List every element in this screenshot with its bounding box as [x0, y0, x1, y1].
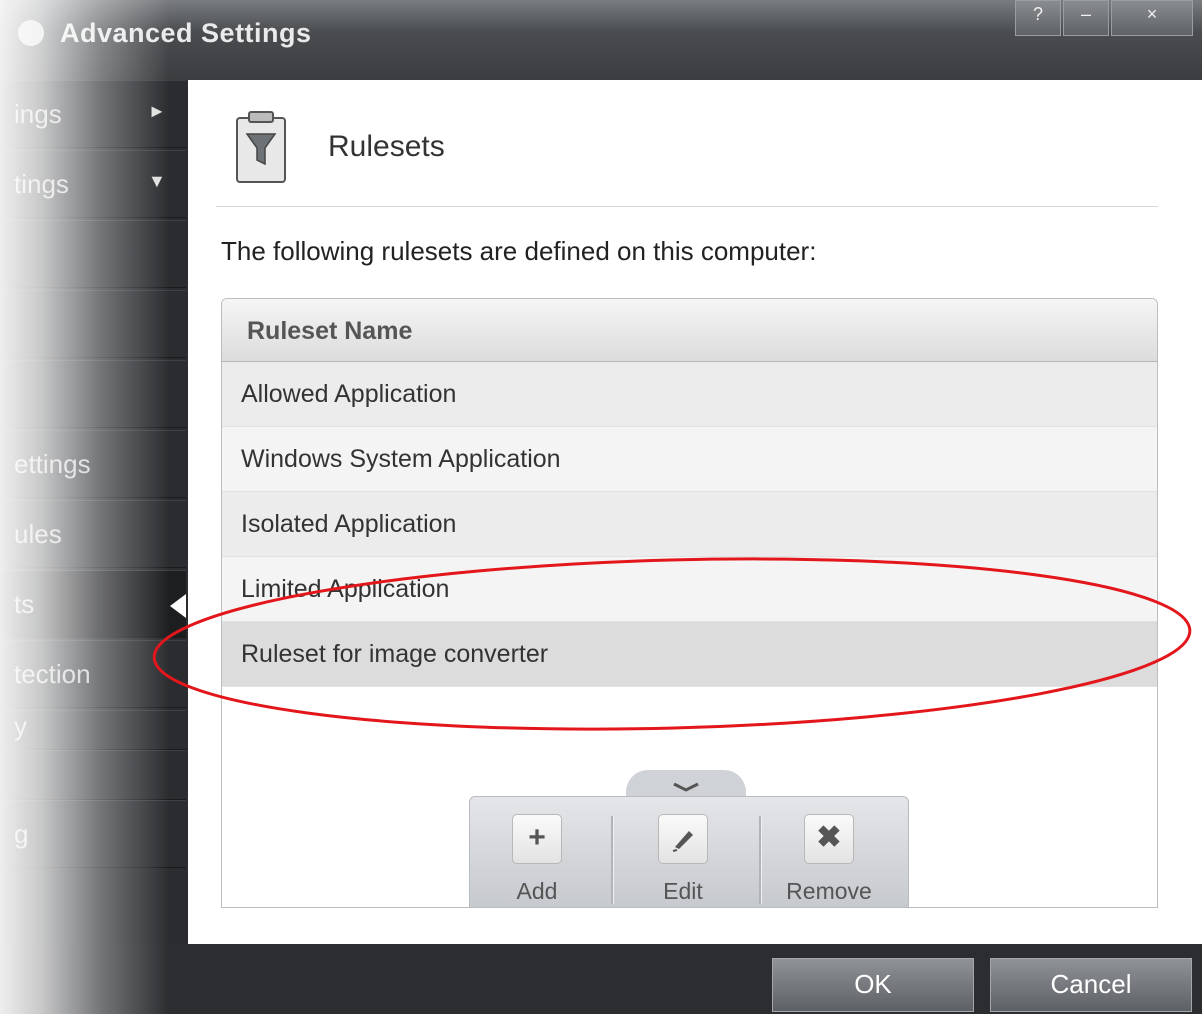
ruleset-name: Limited Application	[241, 575, 450, 603]
ruleset-name: Allowed Application	[241, 380, 457, 408]
sidebar-item-label: y	[14, 711, 27, 741]
toolbar-separator	[611, 816, 614, 904]
window-title: Advanced Settings	[60, 18, 312, 48]
description-text: The following rulesets are defined on th…	[221, 236, 817, 266]
sidebar-item-1[interactable]: tings ▼	[0, 150, 186, 218]
divider	[216, 206, 1158, 207]
page-title: Rulesets	[328, 130, 445, 163]
minimize-button[interactable]: –	[1063, 0, 1109, 36]
add-label: Add	[516, 878, 558, 904]
sidebar-item-2[interactable]	[0, 220, 186, 288]
app-logo-icon	[18, 20, 44, 46]
sidebar-item-3[interactable]	[0, 290, 186, 358]
sidebar-item-label: ts	[14, 589, 35, 619]
selection-pointer-icon	[170, 594, 186, 618]
help-button[interactable]: ?	[1015, 0, 1061, 36]
ruleset-name: Windows System Application	[241, 445, 561, 473]
advanced-settings-window: Advanced Settings ? – × ings ► tings ▼ e…	[0, 0, 1202, 1014]
sidebar-item-11[interactable]: g	[0, 800, 186, 868]
sidebar-item-4[interactable]	[0, 360, 186, 428]
table-row[interactable]: Windows System Application	[222, 427, 1157, 492]
sidebar-item-7[interactable]: ts	[0, 570, 186, 638]
sidebar-item-label: g	[14, 819, 29, 849]
plus-icon: +	[512, 814, 562, 864]
chevron-right-icon: ►	[148, 101, 166, 121]
sidebar-item-0[interactable]: ings ►	[0, 80, 186, 148]
sidebar-item-label: tings	[14, 169, 69, 199]
table-row[interactable]: Allowed Application	[222, 362, 1157, 427]
close-button[interactable]: ×	[1111, 0, 1193, 36]
sidebar-item-6[interactable]: ules	[0, 500, 186, 568]
remove-button[interactable]: ✖ Remove	[761, 810, 901, 906]
sidebar-item-label: ings	[14, 99, 62, 129]
edit-label: Edit	[663, 878, 703, 904]
table-row[interactable]: Limited Application	[222, 557, 1157, 622]
sidebar-item-9[interactable]: y	[0, 710, 186, 750]
add-button[interactable]: + Add	[469, 810, 609, 906]
table-header[interactable]: Ruleset Name	[222, 299, 1157, 362]
table-row[interactable]: Ruleset for image converter	[222, 622, 1157, 687]
sidebar: ings ► tings ▼ ettings ules ts tection y…	[0, 80, 186, 944]
ruleset-name: Ruleset for image converter	[241, 640, 549, 668]
sidebar-item-10[interactable]	[0, 750, 186, 800]
sidebar-item-label: ettings	[14, 449, 91, 479]
edit-button[interactable]: Edit	[615, 810, 755, 906]
rulesets-panel: Rulesets The following rulesets are defi…	[188, 80, 1202, 944]
ruleset-toolbar: + Add Edit ✖ Remove	[469, 770, 909, 908]
cancel-button[interactable]: Cancel	[990, 958, 1192, 1012]
sidebar-item-5[interactable]: ettings	[0, 430, 186, 498]
chevron-down-icon: ▼	[148, 171, 166, 191]
close-icon: ✖	[804, 814, 854, 864]
sidebar-item-label: ules	[14, 519, 62, 549]
table-body: Allowed Application Windows System Appli…	[222, 362, 1157, 687]
remove-label: Remove	[786, 878, 872, 904]
table-row[interactable]: Isolated Application	[222, 492, 1157, 557]
ruleset-name: Isolated Application	[241, 510, 457, 538]
pencil-icon	[658, 814, 708, 864]
column-header-ruleset-name: Ruleset Name	[247, 317, 413, 345]
sidebar-item-8[interactable]: tection	[0, 640, 186, 708]
title-bar: Advanced Settings ? – ×	[0, 0, 1202, 80]
ok-button[interactable]: OK	[772, 958, 974, 1012]
ruleset-filter-icon	[236, 111, 286, 183]
sidebar-item-label: tection	[14, 659, 91, 689]
